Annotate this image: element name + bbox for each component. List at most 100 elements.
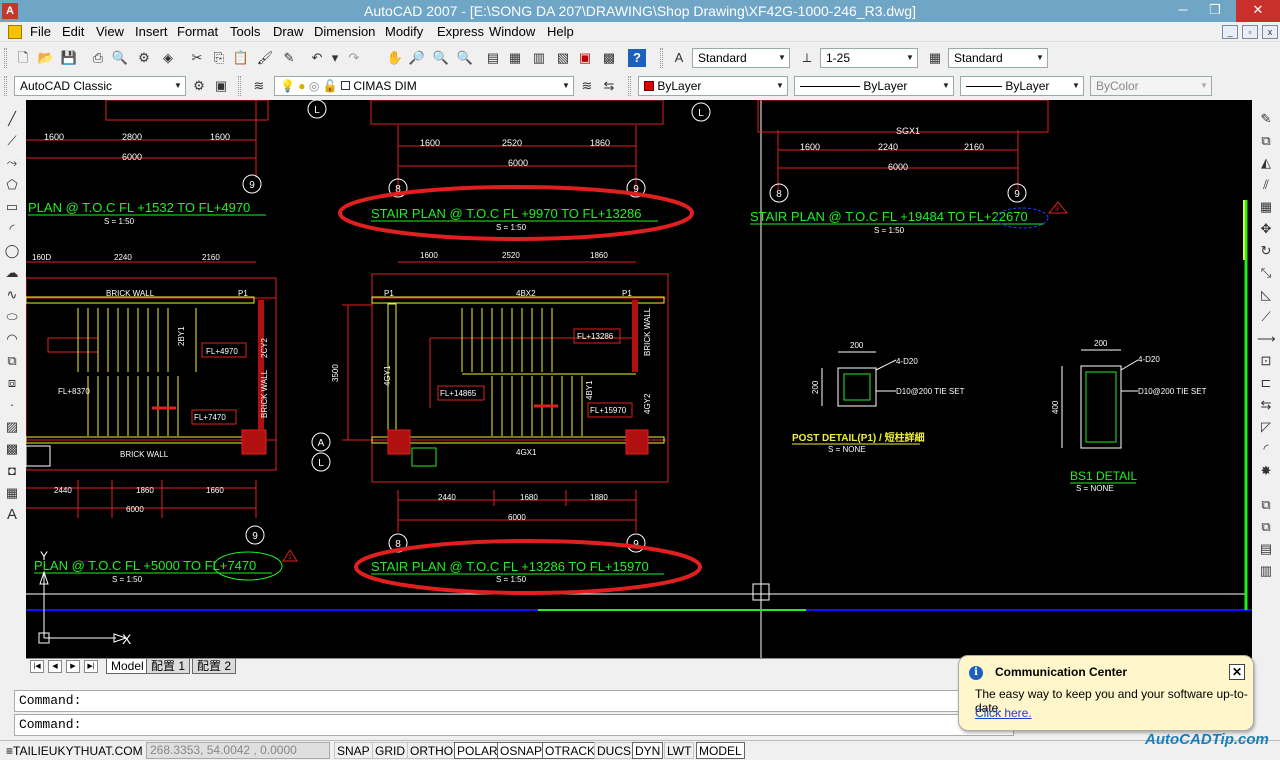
table-style-icon[interactable]: ▦ (926, 49, 944, 67)
extend-icon[interactable]: ⟶ (1257, 330, 1276, 348)
lwt-toggle[interactable]: LWT (664, 742, 695, 759)
scale-icon[interactable]: ⤡ (1257, 264, 1275, 282)
otrack-toggle[interactable]: OTRACK (542, 742, 599, 759)
last-tab-button[interactable]: ▶| (84, 660, 98, 673)
drawing-area[interactable]: 1600 2800 1600 6000 1600 2520 1860 6000 … (26, 100, 1252, 658)
text-style-icon[interactable]: A (670, 49, 688, 67)
linetype-select[interactable]: ByLayer ▼ (794, 76, 954, 96)
menu-file[interactable]: File (30, 24, 51, 40)
command-input[interactable]: Command: (14, 714, 1014, 736)
zoom-window-icon[interactable]: 🔍 (432, 49, 450, 67)
circle-icon[interactable]: ◯ (3, 242, 21, 260)
ortho-toggle[interactable]: ORTHO (407, 742, 457, 759)
help-icon[interactable]: ? (628, 49, 646, 67)
lineweight-select[interactable]: ByLayer ▼ (960, 76, 1084, 96)
doc-restore-button[interactable]: ▫ (1242, 25, 1258, 39)
document-icon[interactable] (8, 25, 22, 39)
arc-icon[interactable]: ◜ (3, 220, 21, 238)
sheet-set-icon[interactable]: ▧ (554, 49, 572, 67)
prev-tab-button[interactable]: ◀ (48, 660, 62, 673)
open-icon[interactable]: 📂 (37, 49, 55, 67)
block-editor-icon[interactable]: ✎ (280, 49, 298, 67)
paste-icon[interactable]: 📋 (232, 49, 250, 67)
layer-select[interactable]: 💡 ● ◎ 🔓 CIMAS DIM ▼ (274, 76, 574, 96)
tab-layout-1[interactable]: 配置 1 (146, 659, 191, 674)
3d-dwf-icon[interactable]: ◈ (159, 49, 177, 67)
save-icon[interactable]: 💾 (60, 49, 78, 67)
dyn-toggle[interactable]: DYN (632, 742, 664, 759)
break-point-icon[interactable]: ⊡ (1257, 352, 1275, 370)
line-icon[interactable]: ╱ (3, 110, 21, 128)
save-workspace-icon[interactable]: ▣ (212, 77, 230, 95)
workspace-select[interactable]: AutoCAD Classic ▼ (14, 76, 186, 96)
layer-manager-icon[interactable]: ≋ (250, 77, 268, 95)
gradient-icon[interactable]: ▩ (3, 440, 21, 458)
cut-icon[interactable]: ✂ (188, 49, 206, 67)
design-center-icon[interactable]: ▦ (506, 49, 524, 67)
layer-previous-icon[interactable]: ⇆ (600, 77, 618, 95)
move-icon[interactable]: ✥ (1257, 220, 1275, 238)
toolbar-grip[interactable] (238, 76, 241, 96)
osnap-toggle[interactable]: OSNAP (497, 742, 546, 759)
table-style-select[interactable]: Standard ▼ (948, 48, 1048, 68)
balloon-close-button[interactable]: ✕ (1229, 664, 1245, 680)
undo-dropdown-icon[interactable]: ▾ (326, 49, 344, 67)
color-select[interactable]: ByLayer ▼ (638, 76, 788, 96)
table-icon[interactable]: ▦ (3, 484, 21, 502)
rotate-icon[interactable]: ↻ (1257, 242, 1275, 260)
doc-minimize-button[interactable]: _ (1222, 25, 1238, 39)
trim-icon[interactable]: ⟋ (1257, 308, 1275, 326)
fillet-icon[interactable]: ◜ (1257, 440, 1275, 458)
polyline-icon[interactable]: ⤳ (3, 154, 21, 172)
polar-toggle[interactable]: POLAR (454, 742, 501, 759)
ducs-toggle[interactable]: DUCS (594, 742, 635, 759)
point-icon[interactable]: · (3, 396, 21, 414)
new-icon[interactable]: 🗋 (14, 49, 32, 67)
menu-dimension[interactable]: Dimension (314, 24, 375, 40)
menu-draw[interactable]: Draw (273, 24, 303, 40)
plot-icon[interactable]: ⎙ (89, 49, 107, 67)
offset-icon[interactable]: ⫽ (1257, 176, 1275, 194)
first-tab-button[interactable]: |◀ (30, 660, 44, 673)
menu-tools[interactable]: Tools (230, 24, 260, 40)
redo-icon[interactable]: ↷ (345, 49, 363, 67)
multiline-text-icon[interactable]: A (3, 506, 21, 524)
match-properties-icon[interactable]: 🖌 (256, 49, 274, 67)
region-icon[interactable]: ◘ (3, 462, 21, 480)
explode-icon[interactable]: ✸ (1257, 462, 1275, 480)
restore-button[interactable]: ❐ (1200, 0, 1230, 22)
pan-icon[interactable]: ✋ (386, 49, 404, 67)
minimize-button[interactable]: ─ (1168, 0, 1198, 22)
next-tab-button[interactable]: ▶ (66, 660, 80, 673)
copy-icon[interactable]: ⎘ (210, 49, 228, 67)
toolbar-grip[interactable] (660, 48, 663, 68)
copy-object-icon[interactable]: ⧉ (1257, 132, 1275, 150)
construction-line-icon[interactable]: ⟋ (3, 132, 21, 150)
send-under-icon[interactable]: ▥ (1257, 562, 1275, 580)
zoom-realtime-icon[interactable]: 🔎 (408, 49, 426, 67)
tab-layout-2[interactable]: 配置 2 (192, 659, 237, 674)
menu-format[interactable]: Format (177, 24, 218, 40)
polygon-icon[interactable]: ⬠ (3, 176, 21, 194)
menu-modify[interactable]: Modify (385, 24, 423, 40)
model-toggle[interactable]: MODEL (696, 742, 745, 759)
snap-toggle[interactable]: SNAP (334, 742, 373, 759)
hatch-icon[interactable]: ▨ (3, 418, 21, 436)
make-block-icon[interactable]: ⧈ (3, 374, 21, 392)
dim-style-select[interactable]: 1-25 ▼ (820, 48, 918, 68)
undo-icon[interactable]: ↶ (308, 49, 326, 67)
mirror-icon[interactable]: ◭ (1257, 154, 1275, 172)
join-icon[interactable]: ⇆ (1257, 396, 1275, 414)
doc-close-button[interactable]: x (1262, 25, 1278, 39)
tool-palettes-icon[interactable]: ▥ (530, 49, 548, 67)
chamfer-icon[interactable]: ◸ (1257, 418, 1275, 436)
erase-icon[interactable]: ✎ (1257, 110, 1275, 128)
autocad-app-icon[interactable]: A (2, 3, 18, 19)
spline-icon[interactable]: ∿ (3, 286, 21, 304)
stretch-icon[interactable]: ◺ (1257, 286, 1275, 304)
grid-toggle[interactable]: GRID (372, 742, 408, 759)
revision-cloud-icon[interactable]: ☁ (3, 264, 21, 282)
bring-front-icon[interactable]: ⧉ (1257, 496, 1275, 514)
plot-preview-icon[interactable]: 🔍 (111, 49, 129, 67)
menu-edit[interactable]: Edit (62, 24, 84, 40)
